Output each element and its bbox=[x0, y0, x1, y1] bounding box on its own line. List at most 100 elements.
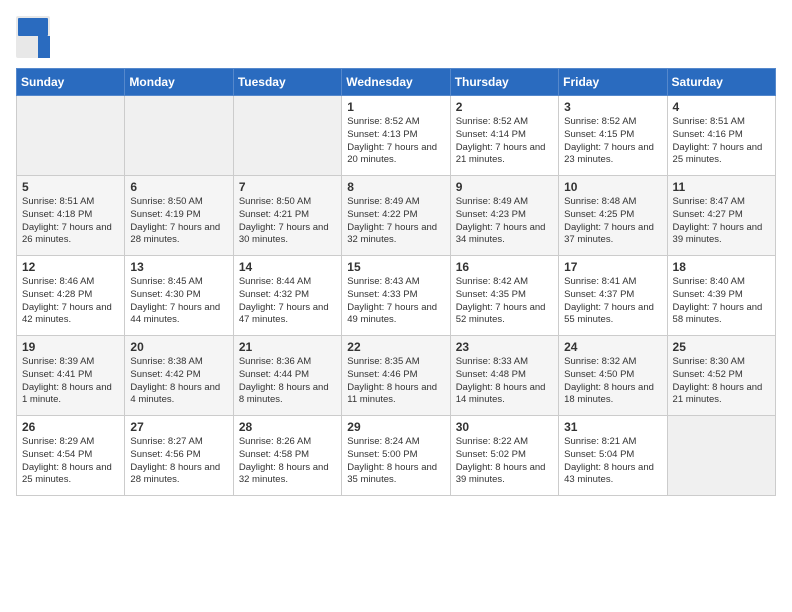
calendar-cell: 28 Sunrise: 8:26 AM Sunset: 4:58 PM Dayl… bbox=[233, 416, 341, 496]
cell-content: Sunrise: 8:33 AM Sunset: 4:48 PM Dayligh… bbox=[456, 356, 553, 407]
sunrise: Sunrise: 8:44 AM bbox=[239, 276, 311, 287]
calendar-cell: 13 Sunrise: 8:45 AM Sunset: 4:30 PM Dayl… bbox=[125, 256, 233, 336]
daylight: Daylight: 7 hours and 44 minutes. bbox=[130, 302, 220, 326]
cell-content: Sunrise: 8:32 AM Sunset: 4:50 PM Dayligh… bbox=[564, 356, 661, 407]
day-number: 17 bbox=[564, 260, 661, 274]
calendar-cell: 5 Sunrise: 8:51 AM Sunset: 4:18 PM Dayli… bbox=[17, 176, 125, 256]
sunrise: Sunrise: 8:52 AM bbox=[564, 116, 636, 127]
calendar-cell: 1 Sunrise: 8:52 AM Sunset: 4:13 PM Dayli… bbox=[342, 96, 450, 176]
day-number: 3 bbox=[564, 100, 661, 114]
sunrise: Sunrise: 8:29 AM bbox=[22, 436, 94, 447]
calendar-cell: 6 Sunrise: 8:50 AM Sunset: 4:19 PM Dayli… bbox=[125, 176, 233, 256]
sunrise: Sunrise: 8:52 AM bbox=[347, 116, 419, 127]
sunrise: Sunrise: 8:50 AM bbox=[239, 196, 311, 207]
cell-content: Sunrise: 8:35 AM Sunset: 4:46 PM Dayligh… bbox=[347, 356, 444, 407]
cell-content: Sunrise: 8:26 AM Sunset: 4:58 PM Dayligh… bbox=[239, 436, 336, 487]
weekday-header-saturday: Saturday bbox=[667, 69, 775, 96]
daylight: Daylight: 8 hours and 35 minutes. bbox=[347, 462, 437, 486]
daylight: Daylight: 8 hours and 14 minutes. bbox=[456, 382, 546, 406]
cell-content: Sunrise: 8:50 AM Sunset: 4:21 PM Dayligh… bbox=[239, 196, 336, 247]
sunset: Sunset: 4:21 PM bbox=[239, 209, 309, 220]
sunset: Sunset: 5:04 PM bbox=[564, 449, 634, 460]
calendar-week-row: 26 Sunrise: 8:29 AM Sunset: 4:54 PM Dayl… bbox=[17, 416, 776, 496]
sunset: Sunset: 4:28 PM bbox=[22, 289, 92, 300]
calendar-cell: 22 Sunrise: 8:35 AM Sunset: 4:46 PM Dayl… bbox=[342, 336, 450, 416]
day-number: 18 bbox=[673, 260, 770, 274]
day-number: 11 bbox=[673, 180, 770, 194]
sunrise: Sunrise: 8:39 AM bbox=[22, 356, 94, 367]
sunset: Sunset: 4:22 PM bbox=[347, 209, 417, 220]
calendar-week-row: 1 Sunrise: 8:52 AM Sunset: 4:13 PM Dayli… bbox=[17, 96, 776, 176]
cell-content: Sunrise: 8:52 AM Sunset: 4:14 PM Dayligh… bbox=[456, 116, 553, 167]
sunset: Sunset: 4:23 PM bbox=[456, 209, 526, 220]
cell-content: Sunrise: 8:42 AM Sunset: 4:35 PM Dayligh… bbox=[456, 276, 553, 327]
day-number: 8 bbox=[347, 180, 444, 194]
calendar-cell: 24 Sunrise: 8:32 AM Sunset: 4:50 PM Dayl… bbox=[559, 336, 667, 416]
weekday-header-friday: Friday bbox=[559, 69, 667, 96]
sunset: Sunset: 4:52 PM bbox=[673, 369, 743, 380]
sunset: Sunset: 4:37 PM bbox=[564, 289, 634, 300]
day-number: 19 bbox=[22, 340, 119, 354]
sunset: Sunset: 5:00 PM bbox=[347, 449, 417, 460]
day-number: 12 bbox=[22, 260, 119, 274]
calendar-cell: 14 Sunrise: 8:44 AM Sunset: 4:32 PM Dayl… bbox=[233, 256, 341, 336]
daylight: Daylight: 8 hours and 1 minute. bbox=[22, 382, 112, 406]
calendar-cell: 31 Sunrise: 8:21 AM Sunset: 5:04 PM Dayl… bbox=[559, 416, 667, 496]
calendar-cell: 2 Sunrise: 8:52 AM Sunset: 4:14 PM Dayli… bbox=[450, 96, 558, 176]
sunset: Sunset: 4:19 PM bbox=[130, 209, 200, 220]
calendar-cell: 18 Sunrise: 8:40 AM Sunset: 4:39 PM Dayl… bbox=[667, 256, 775, 336]
day-number: 26 bbox=[22, 420, 119, 434]
weekday-header-tuesday: Tuesday bbox=[233, 69, 341, 96]
sunset: Sunset: 4:42 PM bbox=[130, 369, 200, 380]
weekday-header-wednesday: Wednesday bbox=[342, 69, 450, 96]
daylight: Daylight: 8 hours and 4 minutes. bbox=[130, 382, 220, 406]
sunrise: Sunrise: 8:22 AM bbox=[456, 436, 528, 447]
cell-content: Sunrise: 8:49 AM Sunset: 4:23 PM Dayligh… bbox=[456, 196, 553, 247]
calendar-cell bbox=[233, 96, 341, 176]
calendar-cell: 19 Sunrise: 8:39 AM Sunset: 4:41 PM Dayl… bbox=[17, 336, 125, 416]
cell-content: Sunrise: 8:49 AM Sunset: 4:22 PM Dayligh… bbox=[347, 196, 444, 247]
sunrise: Sunrise: 8:48 AM bbox=[564, 196, 636, 207]
daylight: Daylight: 7 hours and 34 minutes. bbox=[456, 222, 546, 246]
sunrise: Sunrise: 8:46 AM bbox=[22, 276, 94, 287]
day-number: 30 bbox=[456, 420, 553, 434]
day-number: 2 bbox=[456, 100, 553, 114]
cell-content: Sunrise: 8:24 AM Sunset: 5:00 PM Dayligh… bbox=[347, 436, 444, 487]
daylight: Daylight: 8 hours and 18 minutes. bbox=[564, 382, 654, 406]
sunrise: Sunrise: 8:47 AM bbox=[673, 196, 745, 207]
daylight: Daylight: 8 hours and 21 minutes. bbox=[673, 382, 763, 406]
weekday-header-monday: Monday bbox=[125, 69, 233, 96]
cell-content: Sunrise: 8:48 AM Sunset: 4:25 PM Dayligh… bbox=[564, 196, 661, 247]
cell-content: Sunrise: 8:38 AM Sunset: 4:42 PM Dayligh… bbox=[130, 356, 227, 407]
day-number: 1 bbox=[347, 100, 444, 114]
calendar-cell: 21 Sunrise: 8:36 AM Sunset: 4:44 PM Dayl… bbox=[233, 336, 341, 416]
sunrise: Sunrise: 8:49 AM bbox=[347, 196, 419, 207]
daylight: Daylight: 7 hours and 25 minutes. bbox=[673, 142, 763, 166]
day-number: 31 bbox=[564, 420, 661, 434]
calendar-cell: 23 Sunrise: 8:33 AM Sunset: 4:48 PM Dayl… bbox=[450, 336, 558, 416]
sunset: Sunset: 4:41 PM bbox=[22, 369, 92, 380]
sunrise: Sunrise: 8:26 AM bbox=[239, 436, 311, 447]
sunset: Sunset: 4:16 PM bbox=[673, 129, 743, 140]
sunset: Sunset: 4:48 PM bbox=[456, 369, 526, 380]
daylight: Daylight: 7 hours and 23 minutes. bbox=[564, 142, 654, 166]
sunset: Sunset: 4:14 PM bbox=[456, 129, 526, 140]
sunset: Sunset: 4:35 PM bbox=[456, 289, 526, 300]
day-number: 5 bbox=[22, 180, 119, 194]
calendar-cell: 29 Sunrise: 8:24 AM Sunset: 5:00 PM Dayl… bbox=[342, 416, 450, 496]
sunset: Sunset: 4:39 PM bbox=[673, 289, 743, 300]
sunrise: Sunrise: 8:45 AM bbox=[130, 276, 202, 287]
cell-content: Sunrise: 8:27 AM Sunset: 4:56 PM Dayligh… bbox=[130, 436, 227, 487]
calendar-table: SundayMondayTuesdayWednesdayThursdayFrid… bbox=[16, 68, 776, 496]
day-number: 28 bbox=[239, 420, 336, 434]
daylight: Daylight: 7 hours and 28 minutes. bbox=[130, 222, 220, 246]
daylight: Daylight: 7 hours and 26 minutes. bbox=[22, 222, 112, 246]
day-number: 27 bbox=[130, 420, 227, 434]
daylight: Daylight: 8 hours and 32 minutes. bbox=[239, 462, 329, 486]
cell-content: Sunrise: 8:52 AM Sunset: 4:15 PM Dayligh… bbox=[564, 116, 661, 167]
day-number: 21 bbox=[239, 340, 336, 354]
daylight: Daylight: 8 hours and 11 minutes. bbox=[347, 382, 437, 406]
calendar-cell bbox=[125, 96, 233, 176]
daylight: Daylight: 7 hours and 52 minutes. bbox=[456, 302, 546, 326]
cell-content: Sunrise: 8:45 AM Sunset: 4:30 PM Dayligh… bbox=[130, 276, 227, 327]
